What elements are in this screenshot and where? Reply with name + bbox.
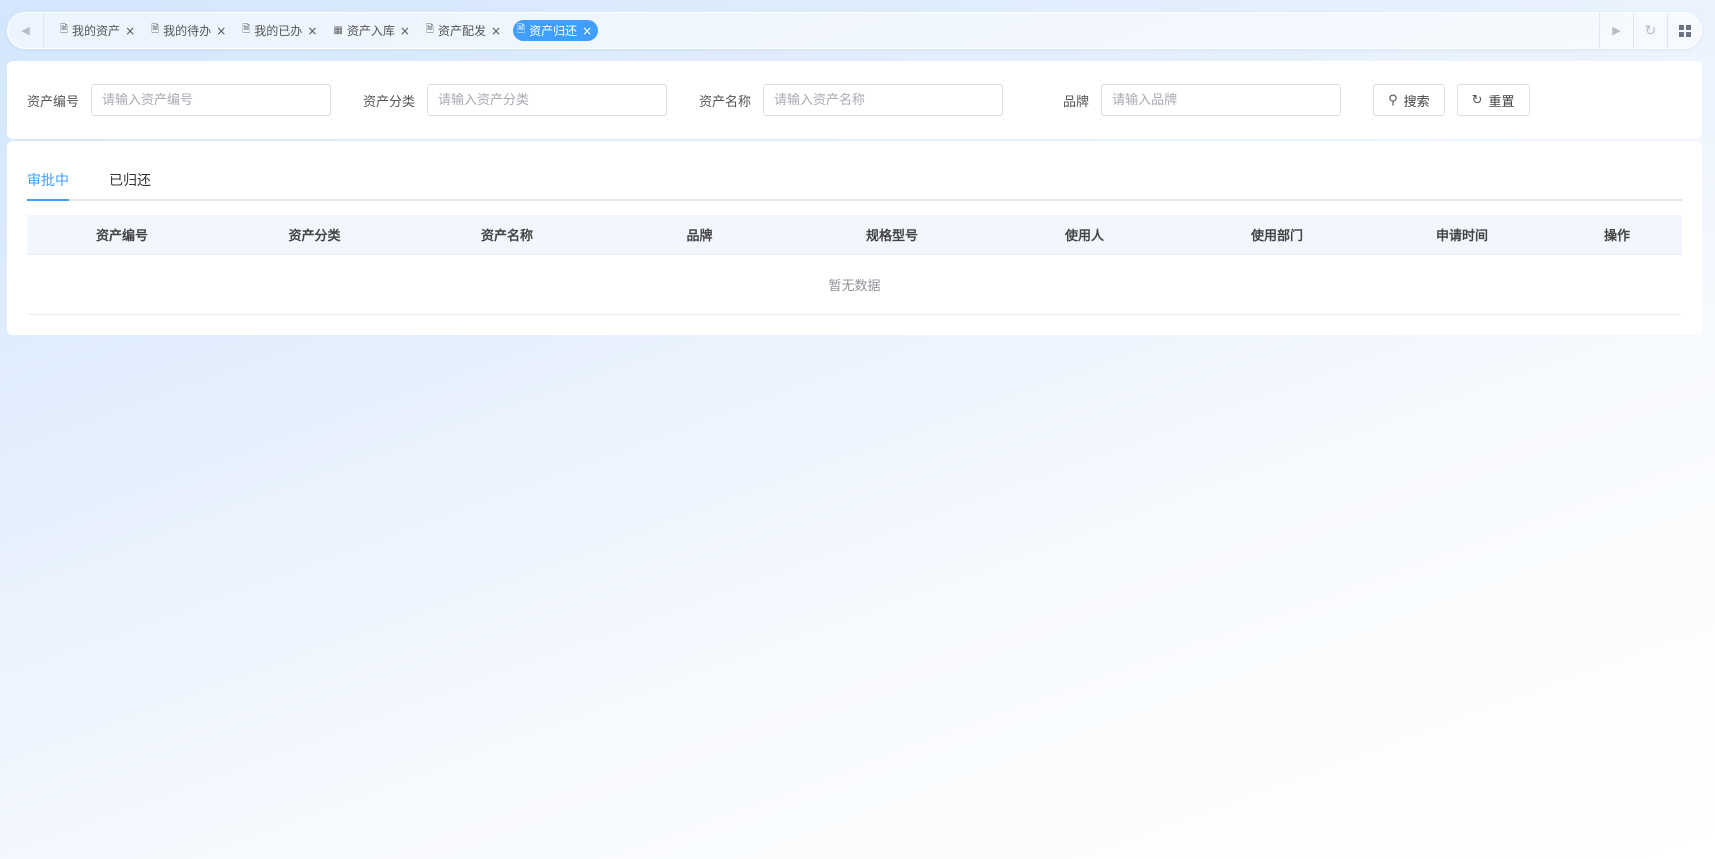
asset-no-label: 资产编号 bbox=[27, 94, 80, 110]
asset-category-input[interactable] bbox=[427, 84, 668, 116]
column-header-model: 规格型号 bbox=[797, 215, 987, 254]
column-header-asset-category: 资产分类 bbox=[217, 215, 412, 254]
tab-returned[interactable]: 已归还 bbox=[109, 170, 151, 199]
column-header-asset-name: 资产名称 bbox=[412, 215, 602, 254]
refresh-button[interactable]: ↻ bbox=[1633, 13, 1667, 48]
empty-text: 暂无数据 bbox=[27, 253, 1682, 315]
column-header-user: 使用人 bbox=[987, 215, 1182, 254]
table-panel: 审批中 已归还 资产编号 资产分类 资产名称 品牌 规格型号 使用人 使用部门 … bbox=[7, 141, 1702, 335]
scroll-left-button[interactable]: ◀ bbox=[8, 13, 44, 48]
reset-button[interactable]: ↻ 重置 bbox=[1456, 84, 1530, 116]
close-icon[interactable]: × bbox=[216, 24, 226, 38]
document-icon: 🗎 bbox=[242, 24, 251, 35]
brand-label: 品牌 bbox=[1063, 94, 1090, 110]
asset-return-table: 资产编号 资产分类 资产名称 品牌 规格型号 使用人 使用部门 申请时间 操作 … bbox=[27, 215, 1682, 315]
close-icon[interactable]: × bbox=[582, 24, 592, 38]
field-brand: 品牌 bbox=[1035, 84, 1342, 116]
brand-input[interactable] bbox=[1101, 84, 1342, 116]
close-icon[interactable]: × bbox=[125, 24, 135, 38]
caret-right-icon: ▶ bbox=[1612, 24, 1621, 37]
tab-my-done[interactable]: 🗎 我的已办 × bbox=[238, 20, 323, 41]
asset-name-label: 资产名称 bbox=[699, 94, 752, 110]
table-row: 暂无数据 bbox=[27, 253, 1682, 315]
reset-button-label: 重置 bbox=[1488, 94, 1515, 110]
refresh-icon: ↻ bbox=[1471, 92, 1483, 108]
asset-name-input[interactable] bbox=[763, 84, 1004, 116]
column-header-asset-no: 资产编号 bbox=[27, 215, 217, 254]
tab-my-todo[interactable]: 🗎 我的待办 × bbox=[147, 20, 232, 41]
tab-asset-return[interactable]: 🗎 资产归还 × bbox=[513, 20, 599, 41]
tab-label: 我的已办 bbox=[254, 24, 303, 38]
tab-asset-inbound[interactable]: ▦ 资产入库 × bbox=[329, 20, 416, 41]
table-icon: ▦ bbox=[333, 25, 343, 36]
tab-label: 资产配发 bbox=[437, 24, 486, 38]
field-asset-name: 资产名称 bbox=[699, 84, 1004, 116]
table-header-row: 资产编号 资产分类 资产名称 品牌 规格型号 使用人 使用部门 申请时间 操作 bbox=[27, 215, 1682, 254]
asset-no-input[interactable] bbox=[91, 84, 332, 116]
tab-label: 我的待办 bbox=[163, 24, 212, 38]
field-asset-category: 资产分类 bbox=[363, 84, 668, 116]
search-icon: ⚲ bbox=[1388, 92, 1398, 108]
field-asset-no: 资产编号 bbox=[27, 84, 332, 116]
status-tabs: 审批中 已归还 bbox=[27, 141, 1682, 201]
asset-category-label: 资产分类 bbox=[363, 94, 416, 110]
tab-list: 🗎 我的资产 × 🗎 我的待办 × 🗎 我的已办 × ▦ 资产入库 × 🗎 资产… bbox=[44, 20, 1599, 41]
column-header-department: 使用部门 bbox=[1182, 215, 1372, 254]
close-icon[interactable]: × bbox=[491, 24, 501, 38]
search-button-label: 搜索 bbox=[1403, 94, 1430, 110]
close-icon[interactable]: × bbox=[307, 24, 317, 38]
refresh-icon: ↻ bbox=[1644, 22, 1657, 39]
close-icon[interactable]: × bbox=[400, 24, 410, 38]
document-icon: 🗎 bbox=[425, 24, 434, 35]
tab-bar: ◀ 🗎 我的资产 × 🗎 我的待办 × 🗎 我的已办 × ▦ 资产入库 × 🗎 … bbox=[7, 12, 1702, 49]
tab-my-assets[interactable]: 🗎 我的资产 × bbox=[56, 20, 141, 41]
column-header-apply-time: 申请时间 bbox=[1372, 215, 1552, 254]
document-icon: 🗎 bbox=[60, 24, 69, 35]
tab-pending-approval[interactable]: 审批中 bbox=[27, 170, 69, 201]
search-form: 资产编号 资产分类 资产名称 品牌 ⚲ 搜索 ↻ 重置 bbox=[7, 61, 1702, 139]
grid-icon bbox=[1678, 24, 1691, 37]
document-icon: 🗎 bbox=[517, 24, 526, 35]
column-header-brand: 品牌 bbox=[602, 215, 797, 254]
column-header-actions: 操作 bbox=[1552, 215, 1682, 254]
caret-left-icon: ◀ bbox=[21, 24, 30, 37]
tab-label: 我的资产 bbox=[72, 24, 121, 38]
tab-asset-distribution[interactable]: 🗎 资产配发 × bbox=[422, 20, 507, 41]
tab-label: 资产入库 bbox=[346, 24, 395, 38]
search-button[interactable]: ⚲ 搜索 bbox=[1373, 84, 1445, 116]
document-icon: 🗎 bbox=[151, 24, 160, 35]
tab-label: 资产归还 bbox=[529, 24, 578, 38]
scroll-right-button[interactable]: ▶ bbox=[1599, 13, 1633, 48]
tab-menu-button[interactable] bbox=[1667, 13, 1701, 48]
